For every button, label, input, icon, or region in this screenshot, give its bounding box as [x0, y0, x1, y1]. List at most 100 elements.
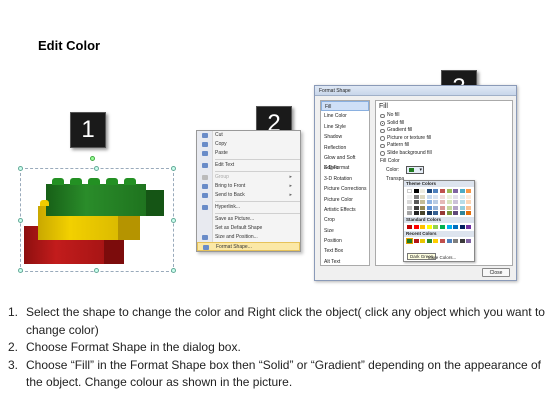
nav-item-line-style[interactable]: Line Style — [321, 122, 369, 132]
color-swatch[interactable] — [420, 205, 426, 210]
color-swatch[interactable] — [453, 205, 459, 210]
color-swatch[interactable] — [413, 211, 419, 216]
menu-item-hyperlink[interactable]: Hyperlink... — [197, 203, 300, 212]
selection-handle[interactable] — [171, 218, 176, 223]
color-swatch[interactable] — [466, 225, 472, 230]
radio-button[interactable] — [380, 121, 385, 126]
color-swatch[interactable] — [439, 211, 445, 216]
color-swatch[interactable] — [459, 200, 465, 205]
color-swatch[interactable] — [466, 211, 472, 216]
color-swatch[interactable] — [406, 238, 413, 245]
color-swatch[interactable] — [407, 205, 412, 210]
radio-button[interactable] — [380, 151, 385, 156]
color-swatch[interactable] — [466, 189, 472, 193]
menu-item-cut[interactable]: Cut — [197, 131, 300, 140]
menu-item-edit-text[interactable]: Edit Text — [197, 161, 300, 170]
nav-item-reflection[interactable]: Reflection — [321, 143, 369, 153]
color-swatch[interactable] — [439, 200, 445, 205]
menu-item-group[interactable]: Group ▸ — [197, 173, 300, 182]
color-swatch[interactable] — [433, 225, 439, 230]
color-swatch[interactable] — [413, 189, 419, 193]
color-swatch[interactable] — [420, 225, 426, 230]
color-swatch[interactable] — [426, 200, 432, 205]
selection-handle[interactable] — [18, 166, 23, 171]
color-swatch[interactable] — [459, 225, 465, 230]
radio-no-fill[interactable]: No fill — [376, 112, 512, 120]
nav-item-artistic-effects[interactable]: Artistic Effects — [321, 205, 369, 215]
color-swatch[interactable] — [426, 205, 432, 210]
color-swatch[interactable] — [466, 239, 472, 244]
color-swatch[interactable] — [446, 225, 452, 230]
color-swatch[interactable] — [453, 211, 459, 216]
color-swatch[interactable] — [407, 189, 412, 193]
radio-slide-background-fill[interactable]: Slide background fill — [376, 150, 512, 158]
color-swatch[interactable] — [466, 194, 472, 199]
selection-handle[interactable] — [171, 166, 176, 171]
color-swatch[interactable] — [439, 194, 445, 199]
color-swatch[interactable] — [459, 194, 465, 199]
color-swatch[interactable] — [433, 194, 439, 199]
color-swatch[interactable] — [453, 239, 459, 244]
selection-handle[interactable] — [18, 218, 23, 223]
close-button[interactable]: Close — [482, 268, 510, 277]
menu-item-bring-to-front[interactable]: Bring to Front ▸ — [197, 182, 300, 191]
color-swatch[interactable] — [413, 194, 419, 199]
green-brick[interactable] — [46, 184, 146, 216]
radio-picture-fill[interactable]: Picture or texture fill — [376, 135, 512, 143]
nav-item-size[interactable]: Size — [321, 226, 369, 236]
nav-item-position[interactable]: Position — [321, 236, 369, 246]
color-swatch[interactable] — [459, 205, 465, 210]
menu-item-size-and-position[interactable]: Size and Position... — [197, 233, 300, 242]
nav-item-alt-text[interactable]: Alt Text — [321, 257, 369, 267]
color-swatch[interactable] — [426, 194, 432, 199]
nav-item-text-box[interactable]: Text Box — [321, 246, 369, 256]
color-swatch[interactable] — [466, 200, 472, 205]
nav-item-glow[interactable]: Glow and Soft Edges — [321, 153, 369, 171]
color-swatch[interactable] — [413, 200, 419, 205]
selection-handle[interactable] — [18, 268, 23, 273]
nav-item-shadow[interactable]: Shadow — [321, 132, 369, 142]
menu-item-format-shape[interactable]: Format Shape... — [197, 242, 300, 251]
radio-solid-fill[interactable]: Solid fill — [376, 120, 512, 128]
color-swatch[interactable] — [420, 200, 426, 205]
color-swatch[interactable] — [459, 211, 465, 216]
color-swatch[interactable] — [446, 189, 452, 193]
color-swatch[interactable] — [413, 205, 419, 210]
nav-item-picture-color[interactable]: Picture Color — [321, 195, 369, 205]
radio-pattern-fill[interactable]: Pattern fill — [376, 142, 512, 150]
color-swatch[interactable] — [439, 239, 445, 244]
color-swatch[interactable] — [453, 225, 459, 230]
menu-item-save-as-picture[interactable]: Save as Picture... — [197, 215, 300, 224]
color-swatch[interactable] — [407, 211, 412, 216]
color-swatch[interactable] — [433, 189, 439, 193]
menu-item-set-default-shape[interactable]: Set as Default Shape — [197, 224, 300, 233]
color-swatch[interactable] — [433, 205, 439, 210]
color-swatch[interactable] — [420, 194, 426, 199]
color-swatch[interactable] — [433, 211, 439, 216]
nav-item-3d-format[interactable]: 3-D Format — [321, 163, 369, 173]
radio-gradient-fill[interactable]: Gradient fill — [376, 127, 512, 135]
color-swatch[interactable] — [446, 205, 452, 210]
rotation-handle[interactable] — [90, 156, 95, 161]
color-swatch[interactable] — [420, 239, 426, 244]
color-swatch[interactable] — [426, 225, 432, 230]
nav-item-3d-rotation[interactable]: 3-D Rotation — [321, 174, 369, 184]
radio-button[interactable] — [380, 143, 385, 148]
color-swatch[interactable] — [426, 211, 432, 216]
radio-button[interactable] — [380, 113, 385, 118]
menu-item-send-to-back[interactable]: Send to Back ▸ — [197, 191, 300, 200]
nav-item-crop[interactable]: Crop — [321, 215, 369, 225]
color-swatch[interactable] — [459, 239, 465, 244]
color-swatch[interactable] — [407, 225, 412, 230]
color-swatch[interactable] — [446, 239, 452, 244]
color-swatch[interactable] — [413, 239, 419, 244]
color-swatch[interactable] — [446, 200, 452, 205]
radio-button[interactable] — [380, 136, 385, 141]
color-swatch[interactable] — [453, 189, 459, 193]
color-swatch[interactable] — [407, 200, 412, 205]
color-swatch[interactable] — [439, 205, 445, 210]
color-swatch[interactable] — [466, 205, 472, 210]
color-swatch[interactable] — [426, 189, 432, 193]
nav-item-picture-corrections[interactable]: Picture Corrections — [321, 184, 369, 194]
color-swatch[interactable] — [407, 194, 412, 199]
